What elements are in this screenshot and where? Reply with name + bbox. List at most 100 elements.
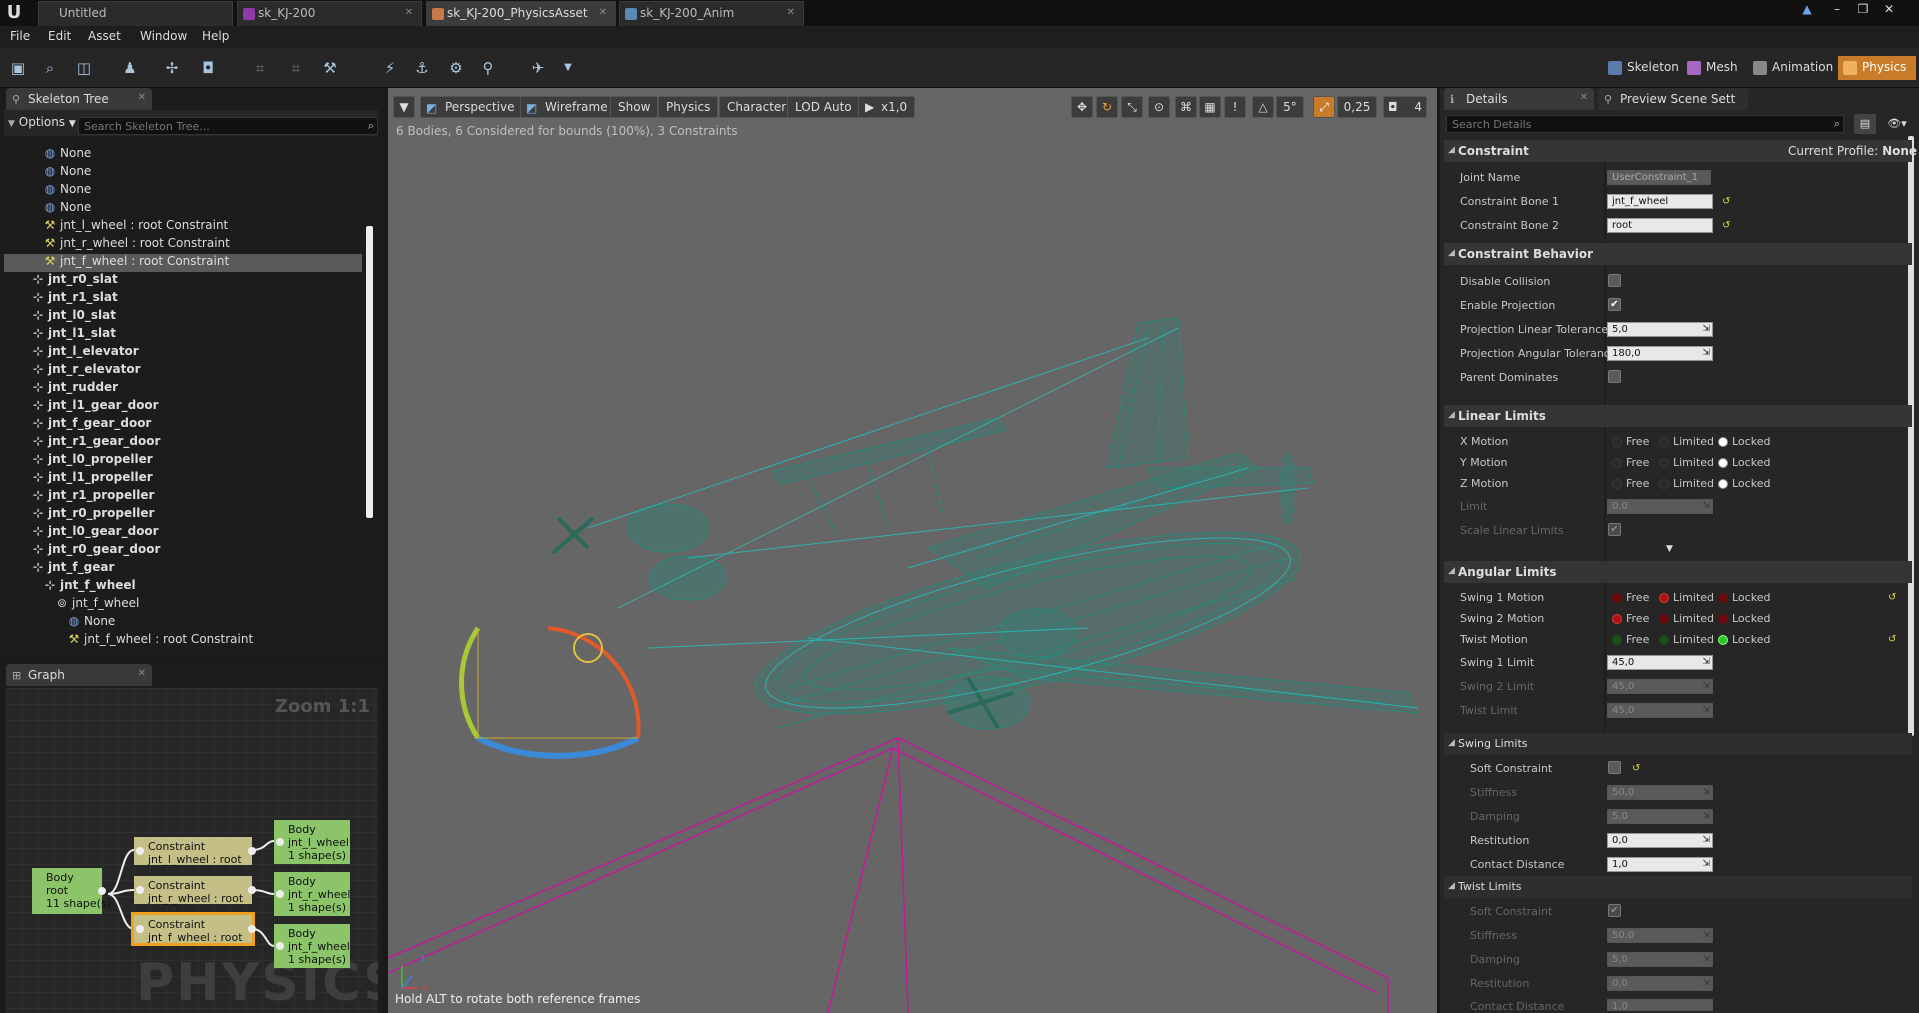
skeleton-search-input[interactable]: Search Skeleton Tree... ⌕ [78, 117, 378, 135]
spin-icon[interactable]: ⇲ [1702, 347, 1710, 360]
graph-pin-icon[interactable] [136, 925, 144, 933]
simulate-icon[interactable]: ⚡ [378, 56, 402, 80]
playback-speed-button[interactable]: ▶ x1,0 [858, 96, 916, 118]
spin-icon[interactable]: ⇲ [1702, 704, 1710, 717]
swing2-motion-radio-locked[interactable]: Locked [1718, 612, 1770, 625]
spin-icon[interactable]: ⇲ [1702, 858, 1710, 871]
details-scrollbar-thumb[interactable] [1908, 136, 1914, 736]
tree-row[interactable]: ⊹ jnt_l1_propeller [4, 470, 362, 488]
twist-limit-field[interactable]: 45,0 ⇲ [1607, 703, 1713, 718]
tree-row[interactable]: ⊹ jnt_f_gear_door [4, 416, 362, 434]
projection-linear-field[interactable]: 5,0 ⇲ [1607, 322, 1713, 337]
spin-icon[interactable]: ⇲ [1702, 323, 1710, 336]
restore-icon[interactable]: ❐ [1852, 2, 1874, 20]
mode-physics[interactable]: Physics [1838, 56, 1916, 80]
graph-pin-icon[interactable] [248, 886, 256, 894]
swing2-motion-radio-limited[interactable]: Limited [1659, 612, 1714, 625]
constraint-bone2-field[interactable]: root [1607, 218, 1713, 233]
twist-soft-constraint-checkbox[interactable]: ✔ [1608, 904, 1621, 917]
twist-motion-radio-limited[interactable]: Limited [1659, 633, 1714, 646]
x-motion-radio-locked[interactable]: Locked [1718, 435, 1770, 448]
show-button[interactable]: Show [610, 96, 659, 118]
tree-row[interactable]: ⊹ jnt_r1_slat [4, 290, 362, 308]
graph-canvas[interactable]: Zoom 1:1 PHYSICS Body root 11 shape(s) Cons… [6, 688, 378, 1013]
tree-row[interactable]: ⊹ jnt_r1_gear_door [4, 434, 362, 452]
tree-row[interactable]: ⚒ jnt_l_wheel : root Constraint [4, 218, 362, 236]
tree-row[interactable]: ⊹ jnt_r0_gear_door [4, 542, 362, 560]
tree-row[interactable]: ◍ None [4, 146, 362, 164]
spin-icon[interactable]: ⇲ [1702, 810, 1710, 823]
lod-button[interactable]: LOD Auto [787, 96, 860, 118]
twist-damping-field[interactable]: 5,0 ⇲ [1607, 952, 1713, 967]
doc-tab-untitled[interactable]: Untitled [38, 1, 233, 26]
close-icon[interactable]: ✕ [405, 7, 413, 18]
mode-animation[interactable]: Animation [1748, 56, 1839, 80]
constraint-bone1-field[interactable]: jnt_f_wheel [1607, 194, 1713, 209]
section-twist-limits[interactable]: ◢ Twist Limits [1444, 876, 1912, 898]
snap-icon[interactable]: ✈ [526, 56, 550, 80]
projection-angular-field[interactable]: 180,0 ⇲ [1607, 346, 1713, 361]
graph-pin-icon[interactable] [276, 890, 284, 898]
graph-constraint-node[interactable]: Constraint jnt_f_wheel : root [131, 912, 256, 946]
tree-row[interactable]: ⚒ jnt_f_wheel : root Constraint [4, 632, 362, 650]
section-angular-limits[interactable]: ◢ Angular Limits [1444, 561, 1912, 583]
twist-restitution-field[interactable]: 0,0 ⇲ [1607, 976, 1713, 991]
notification-icon[interactable]: ▲ [1796, 2, 1818, 20]
graph-pin-icon[interactable] [248, 847, 256, 855]
graph-constraint-node[interactable]: Constraint jnt_r_wheel : root [134, 876, 256, 905]
swing1-motion-radio-limited[interactable]: Limited [1659, 591, 1714, 604]
graph-pin-icon[interactable] [98, 887, 106, 895]
tree-row[interactable]: ⚒ jnt_f_wheel : root Constraint [4, 254, 362, 272]
advanced-expand-icon[interactable]: ▼ [1666, 544, 1673, 554]
wireframe-button[interactable]: ◩ Wireframe [520, 96, 616, 118]
rotation-snap-value[interactable]: 5° [1276, 96, 1304, 118]
tree-row[interactable]: ⊚ jnt_f_wheel [4, 596, 362, 614]
swing1-motion-radio-free[interactable]: Free [1612, 591, 1649, 604]
scale-snap-value[interactable]: 0,25 [1337, 96, 1377, 118]
browse-icon[interactable]: ⌕ [38, 56, 62, 80]
swing2-motion-radio-free[interactable]: Free [1612, 612, 1649, 625]
bone-mode-icon[interactable]: ✢ [160, 56, 184, 80]
graph-pin-icon[interactable] [136, 847, 144, 855]
scale-snap-icon[interactable]: ⤢ [1313, 96, 1335, 118]
tree-row[interactable]: ⚒ jnt_r_wheel : root Constraint [4, 236, 362, 254]
linear-limit-field[interactable]: 0,0 ⇲ [1607, 499, 1713, 514]
details-search-input[interactable]: Search Details ⌕ [1446, 115, 1844, 133]
close-icon[interactable]: ✕ [138, 668, 146, 679]
graph-pin-icon[interactable] [276, 942, 284, 950]
tab-skeleton-tree[interactable]: ⚲ Skeleton Tree ✕ [6, 88, 152, 110]
reset-to-default-icon[interactable]: ↺ [1888, 634, 1896, 645]
minimize-icon[interactable]: – [1826, 2, 1848, 20]
doc-tab-anim[interactable]: sk_KJ-200_Anim ✕ [619, 1, 804, 26]
wrench-icon[interactable]: ⚙ [444, 56, 468, 80]
graph-body-node[interactable]: Body jnt_f_wheel 1 shape(s) [274, 924, 350, 968]
reset-to-default-icon[interactable]: ↺ [1632, 763, 1640, 774]
graph-pin-icon[interactable] [136, 886, 144, 894]
y-motion-radio-free[interactable]: Free [1612, 456, 1649, 469]
menu-file[interactable]: File [10, 29, 30, 43]
tree-row[interactable]: ◍ None [4, 182, 362, 200]
close-icon[interactable]: ✕ [1580, 92, 1588, 103]
spin-icon[interactable]: ⇲ [1702, 929, 1710, 942]
tab-preview-scene[interactable]: ⚲ Preview Scene Sett [1598, 88, 1748, 110]
tree-row[interactable]: ⊹ jnt_l0_propeller [4, 452, 362, 470]
spin-icon[interactable]: ⇲ [1702, 680, 1710, 693]
character-button[interactable]: Character [719, 96, 795, 118]
options-dropdown[interactable]: ▼ Options ▼ [8, 115, 76, 129]
tab-graph[interactable]: ⊞ Graph ✕ [6, 664, 152, 686]
spin-icon[interactable]: ⇲ [1702, 786, 1710, 799]
tree-row[interactable]: ⊹ jnt_l0_gear_door [4, 524, 362, 542]
viewport-menu-dropdown[interactable]: ▼ [393, 96, 415, 118]
close-icon[interactable]: ✕ [599, 7, 607, 18]
mode-mesh[interactable]: Mesh [1682, 56, 1744, 80]
grid-snap-icon[interactable]: ▦ [1199, 96, 1221, 118]
unreal-logo-icon[interactable]: U [2, 1, 26, 25]
save-icon[interactable]: ▣ [6, 56, 30, 80]
translate-icon[interactable]: ✥ [1071, 96, 1093, 118]
disable-collision-checkbox[interactable] [1608, 274, 1621, 287]
menu-asset[interactable]: Asset [88, 29, 121, 43]
perspective-button[interactable]: ◩ Perspective [420, 96, 523, 118]
grid-value-icon[interactable]: ! [1224, 96, 1246, 118]
menu-window[interactable]: Window [140, 29, 187, 43]
graph-body-node[interactable]: Body jnt_l_wheel 1 shape(s) [274, 820, 350, 864]
